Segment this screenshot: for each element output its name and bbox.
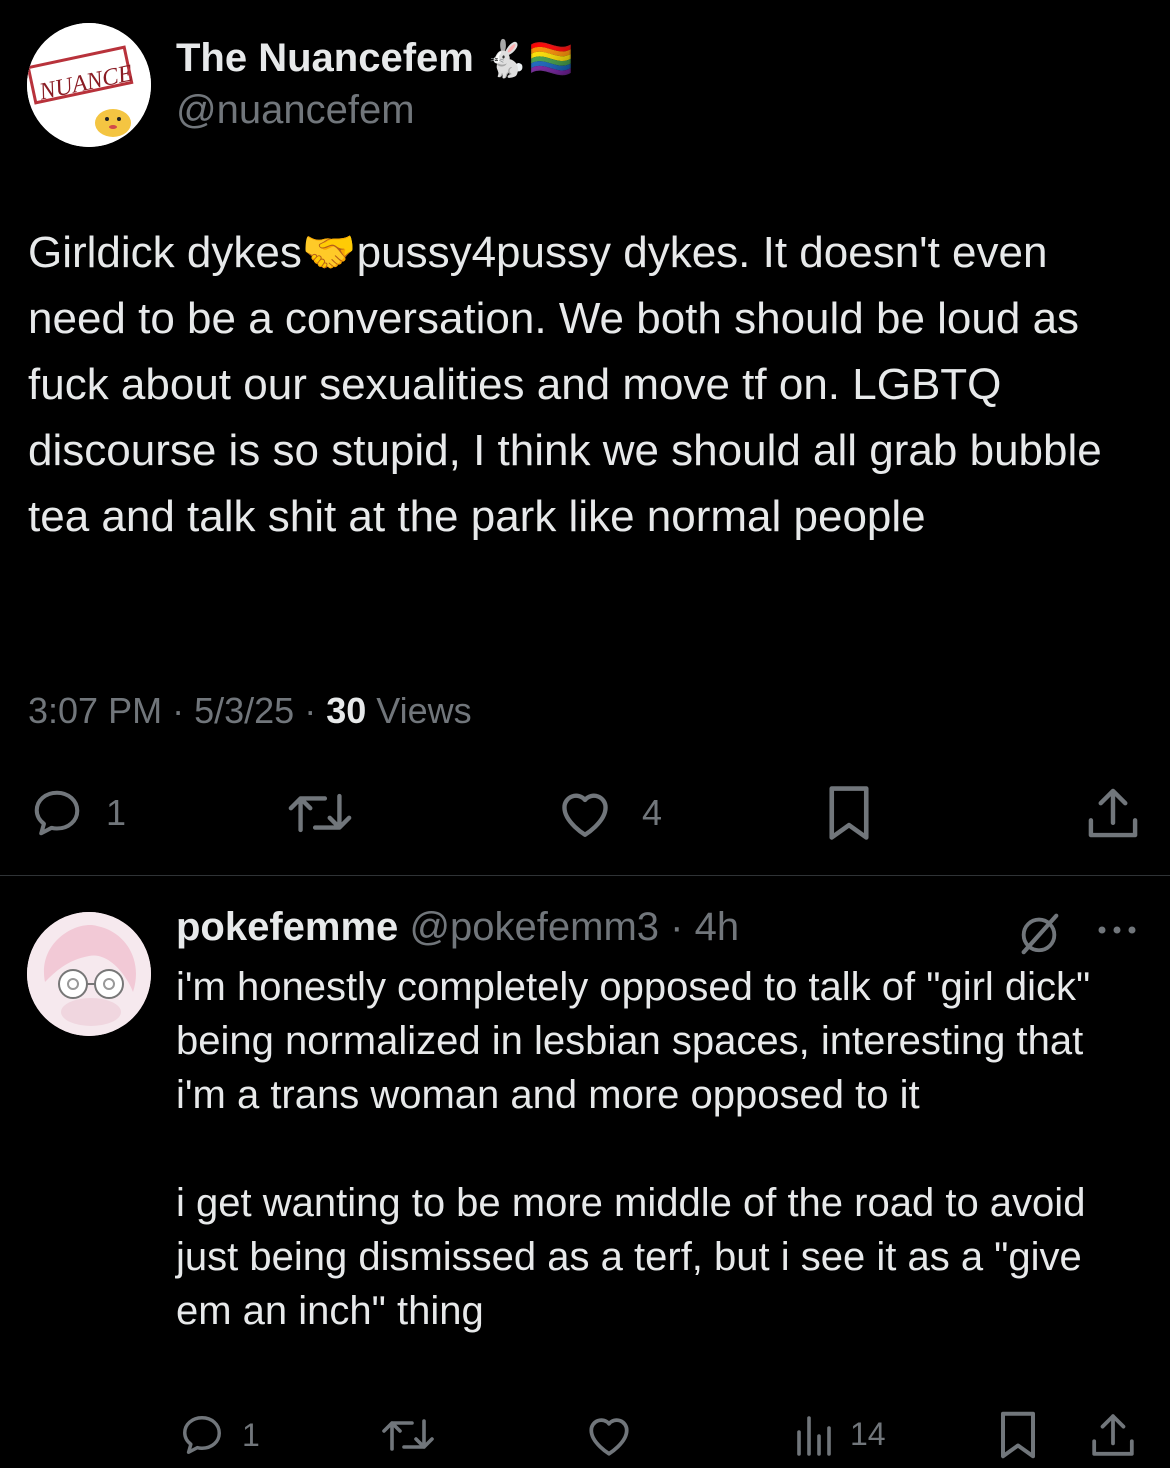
more-button[interactable] <box>1096 918 1140 947</box>
grok-button[interactable] <box>1016 910 1062 961</box>
reply-bookmark-button[interactable] <box>998 1410 1038 1460</box>
meta-separator: · <box>304 690 317 731</box>
meta-separator: · <box>659 905 695 949</box>
reply-icon <box>183 1416 221 1454</box>
repost-icon <box>288 793 352 833</box>
like-icon <box>562 793 608 837</box>
reply-views-count: 14 <box>850 1415 886 1452</box>
handshake-emoji: 🤝 <box>301 228 357 277</box>
author-handle[interactable]: @nuancefem <box>176 88 415 133</box>
reply-reply-button[interactable]: 1 <box>178 1412 260 1458</box>
like-button[interactable]: 4 <box>556 786 662 840</box>
reply-icon <box>34 790 80 836</box>
like-count: 4 <box>642 792 663 833</box>
reply-count: 1 <box>106 792 127 833</box>
post-date[interactable]: 5/3/25 <box>194 690 294 731</box>
reply-handle[interactable]: @pokefemm3 <box>409 905 659 949</box>
reply-header: pokefemme @pokefemm3 · 4h <box>176 905 739 950</box>
reply-button[interactable]: 1 <box>28 786 126 840</box>
reply-repost-button[interactable] <box>380 1414 436 1456</box>
reply-avatar-image <box>27 912 151 1036</box>
post-actions: 1 4 <box>0 780 1170 850</box>
post-text: Girldick dykes🤝pussy4pussy dykes. It doe… <box>28 220 1143 550</box>
bookmark-icon <box>829 786 869 840</box>
repost-button[interactable] <box>286 788 354 838</box>
reply-reply-count: 1 <box>242 1416 260 1453</box>
post-meta: 3:07 PM · 5/3/25 · 30 Views <box>28 690 472 732</box>
author-avatar[interactable]: NUANCE <box>27 23 151 147</box>
bookmark-button[interactable] <box>826 784 872 842</box>
like-icon <box>589 1418 629 1456</box>
grok-icon <box>1021 913 1059 955</box>
name-emojis: 🐇🏳️‍🌈 <box>483 38 574 79</box>
share-icon <box>1092 1414 1134 1456</box>
reply-avatar[interactable] <box>27 912 151 1036</box>
reply-display-name[interactable]: pokefemme <box>176 905 398 949</box>
views-count: 30 <box>326 690 367 731</box>
reply-text: i'm honestly completely opposed to talk … <box>176 965 1091 1333</box>
reply-share-button[interactable] <box>1090 1412 1136 1458</box>
author-display-name[interactable]: The Nuancefem 🐇🏳️‍🌈 <box>176 36 574 81</box>
divider <box>0 875 1170 876</box>
post-text-part1: Girldick dykes <box>28 228 302 277</box>
repost-icon <box>382 1419 434 1451</box>
reply-actions: 1 14 <box>0 1406 1170 1466</box>
reply-like-button[interactable] <box>584 1412 634 1458</box>
post-time[interactable]: 3:07 PM <box>28 690 162 731</box>
views-label: Views <box>376 690 472 731</box>
meta-separator: · <box>172 690 185 731</box>
reply-views-button[interactable]: 14 <box>792 1412 886 1456</box>
avatar-image: NUANCE <box>27 23 151 147</box>
display-name-text: The Nuancefem <box>176 36 474 80</box>
bookmark-icon <box>1001 1411 1035 1459</box>
views-icon <box>797 1416 831 1456</box>
reply-age[interactable]: 4h <box>695 905 740 949</box>
share-icon <box>1088 788 1138 838</box>
share-button[interactable] <box>1086 786 1140 840</box>
more-icon <box>1098 926 1136 934</box>
